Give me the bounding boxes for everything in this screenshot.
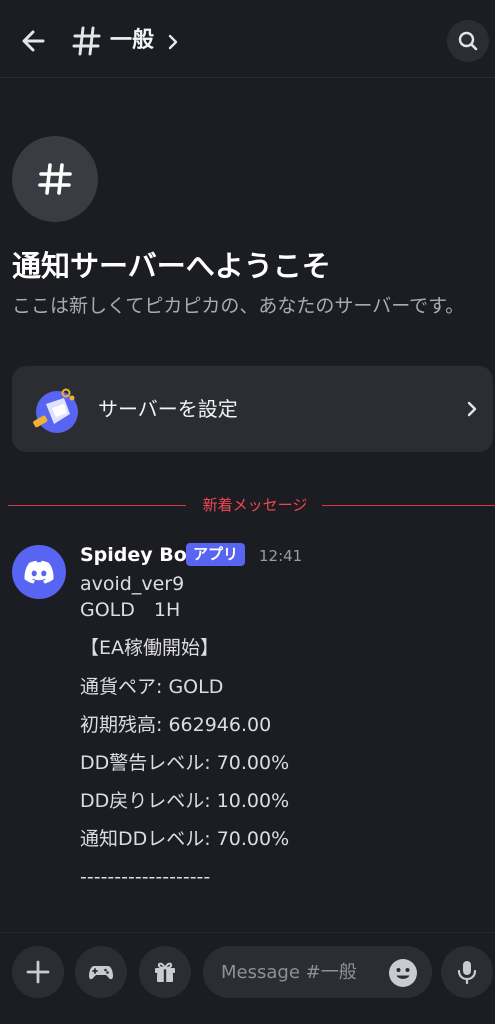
avatar[interactable] bbox=[12, 545, 66, 599]
message-line: 通貨ペア: GOLD bbox=[80, 676, 224, 698]
new-messages-divider-line bbox=[322, 505, 495, 506]
search-icon bbox=[458, 31, 478, 51]
server-setup-label: サーバーを設定 bbox=[98, 397, 238, 421]
message-line: 通知DDレベル: 70.00% bbox=[80, 828, 290, 850]
emoji-icon bbox=[389, 959, 417, 987]
message-line: ------------------- bbox=[80, 866, 211, 888]
chevron-right-icon bbox=[464, 397, 480, 421]
gift-icon bbox=[155, 962, 175, 982]
message-line: DD戻りレベル: 10.00% bbox=[80, 790, 290, 812]
gift-button[interactable] bbox=[139, 946, 191, 998]
message-author[interactable]: Spidey Bot bbox=[80, 542, 196, 568]
voice-message-button[interactable] bbox=[441, 946, 493, 998]
search-button[interactable] bbox=[447, 20, 489, 62]
server-setup-icon bbox=[30, 384, 82, 436]
arrow-left-icon bbox=[22, 30, 45, 52]
chevron-right-icon[interactable] bbox=[165, 30, 181, 54]
server-setup-button[interactable]: サーバーを設定 bbox=[12, 366, 493, 452]
channel-hash-badge bbox=[12, 136, 98, 222]
emoji-button[interactable] bbox=[388, 958, 418, 988]
discord-logo-icon bbox=[24, 560, 54, 584]
message-line: avoid_ver9 bbox=[80, 573, 185, 595]
new-messages-divider-label: 新着メッセージ bbox=[202, 496, 308, 514]
message-line: DD警告レベル: 70.00% bbox=[80, 752, 290, 774]
message-timestamp: 12:41 bbox=[259, 547, 303, 565]
add-attachment-button[interactable] bbox=[12, 946, 64, 998]
hash-icon bbox=[38, 163, 72, 195]
microphone-icon bbox=[457, 961, 477, 985]
channel-header: 一般 bbox=[0, 0, 495, 78]
channel-name[interactable]: 一般 bbox=[110, 26, 154, 56]
activities-button[interactable] bbox=[75, 946, 127, 998]
gamepad-icon bbox=[89, 966, 113, 980]
plus-icon bbox=[26, 960, 50, 984]
new-messages-divider-line bbox=[8, 505, 186, 506]
app-badge: アプリ bbox=[186, 543, 246, 566]
welcome-title: 通知サーバーへようこそ bbox=[12, 249, 331, 283]
message-line: GOLD 1H bbox=[80, 599, 181, 621]
message-line: 初期残高: 662946.00 bbox=[80, 714, 272, 736]
hash-icon bbox=[72, 24, 102, 58]
message-line: 【EA稼働開始】 bbox=[80, 637, 220, 659]
welcome-description: ここは新しくてピカピカの、あなたのサーバーです。 bbox=[12, 295, 465, 317]
back-button[interactable] bbox=[16, 24, 50, 58]
